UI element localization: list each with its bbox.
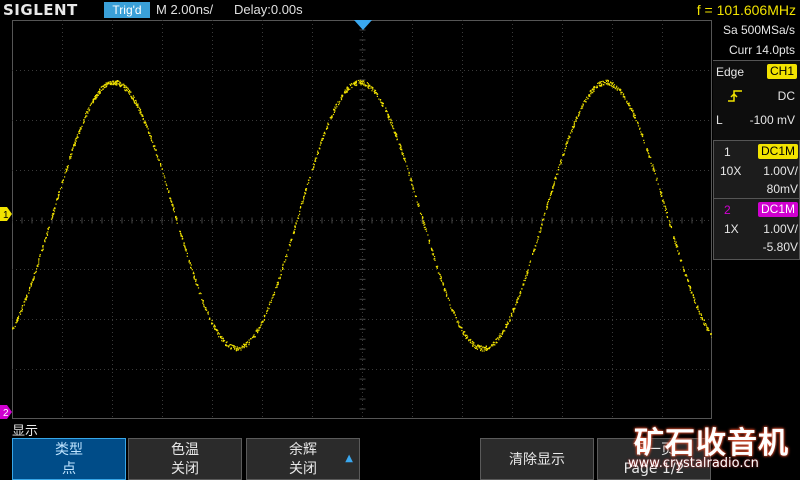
ch2-number: 2 xyxy=(724,203,731,217)
trigger-coupling: DC xyxy=(777,89,795,103)
softkey-persistence[interactable]: 余辉 关闭 ▲ xyxy=(246,438,360,480)
ch1-scale: 1.00V/ xyxy=(763,164,798,178)
softkey-bar: 类型 点 色温 关闭 余辉 关闭 ▲ 清除显示 下一页 Page 1/2 xyxy=(0,436,800,480)
ch1-coupling-badge: DC1M xyxy=(757,144,798,159)
ch2-coupling-badge: DC1M xyxy=(757,202,798,217)
trigger-level-label: L xyxy=(716,113,723,127)
trigger-type: Edge xyxy=(716,65,745,79)
trigger-info-box[interactable]: Edge CH1 DC L -100 mV xyxy=(713,60,800,152)
ch2-info-box[interactable]: 2 DC1M 1X 1.00V/ -5.80V xyxy=(713,198,800,260)
sample-rate: Sa 500MSa/s xyxy=(722,23,795,37)
top-status-bar: SIGLENT Trig'd M 2.00ns/ Delay:0.00s f =… xyxy=(0,0,800,20)
ch2-scale: 1.00V/ xyxy=(763,222,798,236)
softkey-color-temp[interactable]: 色温 关闭 xyxy=(128,438,242,480)
delay-readout: Delay:0.00s xyxy=(234,2,303,17)
softkey-label: 类型 xyxy=(55,442,83,458)
softkey-value: 关闭 xyxy=(171,461,199,477)
waveform-display[interactable] xyxy=(12,20,712,419)
trigger-position-marker-icon[interactable] xyxy=(354,20,372,30)
current-points: Curr 14.0pts xyxy=(728,43,795,57)
ch1-probe: 10X xyxy=(720,164,742,178)
ch1-offset-marker[interactable]: 1 xyxy=(0,207,12,221)
trigger-source-badge: CH1 xyxy=(766,64,797,79)
softkey-label: 下一页 xyxy=(633,442,675,458)
timebase-readout: M 2.00ns/ xyxy=(156,2,214,17)
softkey-label: 余辉 xyxy=(289,442,317,458)
side-panel: Sa 500MSa/s Curr 14.0pts Edge CH1 DC L -… xyxy=(713,20,800,420)
ch1-number: 1 xyxy=(724,145,731,159)
ch2-probe: 1X xyxy=(724,222,739,236)
softkey-value: 点 xyxy=(62,461,76,477)
ch1-offset: 80mV xyxy=(766,182,798,196)
ch2-marker-label: 2 xyxy=(3,408,9,419)
rising-edge-icon xyxy=(728,90,742,102)
frequency-readout: f = 101.606MHz xyxy=(696,2,796,18)
softkey-next-page[interactable]: 下一页 Page 1/2 xyxy=(597,438,711,480)
trigger-level: -100 mV xyxy=(749,113,795,127)
softkey-label: 清除显示 xyxy=(509,452,565,468)
softkey-display-type[interactable]: 类型 点 xyxy=(12,438,126,480)
ch1-marker-label: 1 xyxy=(3,210,9,221)
softkey-value: Page 1/2 xyxy=(623,461,685,477)
ch2-offset-marker[interactable]: 2 xyxy=(0,405,12,419)
trigger-status-badge: Trig'd xyxy=(104,2,150,18)
softkey-clear-display[interactable]: 清除显示 xyxy=(480,438,594,480)
softkey-label: 色温 xyxy=(171,442,199,458)
brand-logo: SIGLENT xyxy=(3,1,78,19)
ch1-info-box[interactable]: 1 DC1M 10X 1.00V/ 80mV xyxy=(713,140,800,200)
arrow-up-icon: ▲ xyxy=(345,453,353,464)
grid xyxy=(12,20,712,419)
ch2-offset: -5.80V xyxy=(762,240,798,254)
softkey-value: 关闭 xyxy=(289,461,317,477)
